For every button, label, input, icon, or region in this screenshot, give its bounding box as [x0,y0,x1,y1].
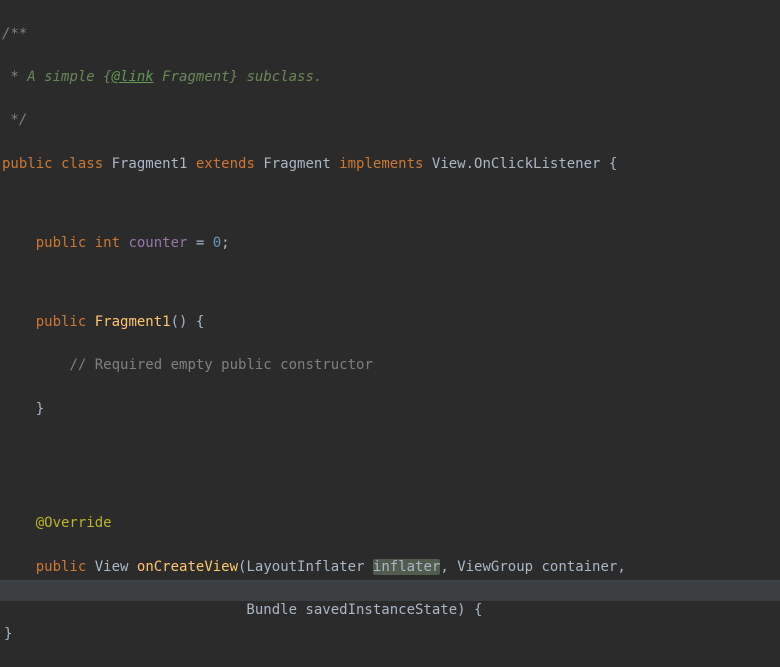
code-line [2,478,780,492]
code-line: @Override [2,513,780,535]
code-line: public int counter = 0; [2,233,780,255]
code-line: public class Fragment1 extends Fragment … [2,154,780,176]
code-line [2,276,780,290]
code-editor-tail[interactable]: } [2,600,12,667]
status-bar [0,580,780,601]
code-line: * A simple {@link Fragment} subclass. [2,67,780,89]
code-line: } [2,399,780,421]
code-editor[interactable]: /** * A simple {@link Fragment} subclass… [0,0,780,667]
code-line: public Fragment1() { [2,312,780,334]
code-line [2,442,780,456]
code-line [2,197,780,211]
code-line: /** [2,24,780,46]
code-line: // Required empty public constructor [2,355,780,377]
code-line: Bundle savedInstanceState) { [2,600,780,622]
code-line [2,644,780,658]
code-line: public View onCreateView(LayoutInflater … [2,557,780,579]
code-line: */ [2,110,780,132]
